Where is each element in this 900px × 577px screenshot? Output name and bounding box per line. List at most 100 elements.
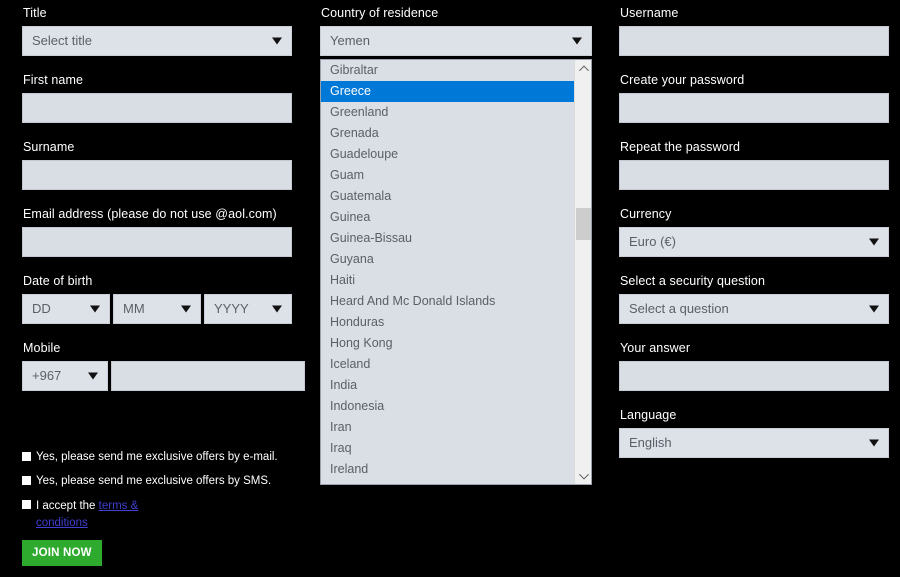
field-date-of-birth: Date of birth DD MM YYYY <box>22 268 292 324</box>
chevron-down-icon <box>869 305 879 313</box>
label-language: Language <box>620 408 677 422</box>
security-question-select[interactable]: Select a question <box>619 294 889 324</box>
scroll-down-arrow-icon[interactable] <box>575 467 591 484</box>
title-select[interactable]: Select title <box>22 26 292 56</box>
country-dropdown-scrollbar[interactable] <box>574 60 591 484</box>
country-option[interactable]: Guatemala <box>321 186 575 207</box>
consent-email-row[interactable]: Yes, please send me exclusive offers by … <box>22 450 302 465</box>
scrollbar-thumb[interactable] <box>576 208 591 240</box>
terms-link-part1[interactable]: terms & <box>99 500 139 512</box>
currency-select[interactable]: Euro (€) <box>619 227 889 257</box>
consent-sms-label: Yes, please send me exclusive offers by … <box>36 475 272 487</box>
country-option[interactable]: Gibraltar <box>321 60 575 81</box>
label-country-of-residence: Country of residence <box>321 6 439 20</box>
country-option[interactable]: Greenland <box>321 102 575 123</box>
chevron-down-icon <box>572 37 582 45</box>
registration-form-page: Title Select title First name Surname Em… <box>0 0 900 577</box>
dob-day-select[interactable]: DD <box>22 294 110 324</box>
country-dropdown-list[interactable]: Gibraltar Greece Greenland Grenada Guadeloup… <box>320 59 592 485</box>
country-option[interactable]: Guadeloupe <box>321 144 575 165</box>
chevron-down-icon <box>90 305 100 313</box>
consent-terms-checkbox[interactable] <box>22 500 31 509</box>
consent-sms-row[interactable]: Yes, please send me exclusive offers by … <box>22 474 302 489</box>
country-option[interactable]: Greece <box>321 81 575 102</box>
label-email: Email address (please do not use @aol.co… <box>23 207 277 221</box>
consent-section: Yes, please send me exclusive offers by … <box>22 450 302 541</box>
country-option[interactable]: Iceland <box>321 354 575 375</box>
mobile-number-input[interactable] <box>111 361 305 391</box>
consent-email-checkbox[interactable] <box>22 452 31 461</box>
field-language: Language English <box>619 402 889 458</box>
username-input[interactable] <box>619 26 889 56</box>
mobile-country-code-select[interactable]: +967 <box>22 361 108 391</box>
chevron-down-icon <box>181 305 191 313</box>
country-option[interactable]: Haiti <box>321 270 575 291</box>
label-surname: Surname <box>23 140 75 154</box>
field-security-question: Select a security question Select a ques… <box>619 268 889 324</box>
dob-year-select[interactable]: YYYY <box>204 294 292 324</box>
field-title: Title Select title <box>22 0 292 56</box>
country-option[interactable]: Iran <box>321 417 575 438</box>
label-date-of-birth: Date of birth <box>23 274 93 288</box>
chevron-down-icon <box>869 238 879 246</box>
answer-input[interactable] <box>619 361 889 391</box>
country-option[interactable]: Guinea-Bissau <box>321 228 575 249</box>
country-option[interactable]: Hong Kong <box>321 333 575 354</box>
country-option[interactable]: Heard And Mc Donald Islands <box>321 291 575 312</box>
label-first-name: First name <box>23 73 84 87</box>
field-country: Country of residence Yemen <box>320 0 592 56</box>
chevron-down-icon <box>272 305 282 313</box>
country-option-list[interactable]: Gibraltar Greece Greenland Grenada Guadeloup… <box>321 60 575 484</box>
label-password: Create your password <box>620 73 745 87</box>
label-username: Username <box>620 6 679 20</box>
country-option[interactable]: Grenada <box>321 123 575 144</box>
dob-month-select[interactable]: MM <box>113 294 201 324</box>
country-select[interactable]: Yemen <box>320 26 592 56</box>
title-select-value: Select title <box>32 33 92 48</box>
label-security-question: Select a security question <box>620 274 766 288</box>
country-option[interactable]: Honduras <box>321 312 575 333</box>
right-column: Username Create your password Repeat the… <box>619 0 889 469</box>
country-option[interactable]: Guam <box>321 165 575 186</box>
chevron-down-icon <box>88 372 98 380</box>
country-option[interactable]: Indonesia <box>321 396 575 417</box>
country-select-value: Yemen <box>330 33 370 48</box>
label-currency: Currency <box>620 207 672 221</box>
field-password: Create your password <box>619 67 889 123</box>
terms-link-part2[interactable]: conditions <box>36 517 88 529</box>
left-column: Title Select title First name Surname Em… <box>22 0 305 402</box>
currency-select-value: Euro (€) <box>629 234 676 249</box>
chevron-down-icon <box>869 439 879 447</box>
field-password-repeat: Repeat the password <box>619 134 889 190</box>
consent-sms-checkbox[interactable] <box>22 476 31 485</box>
consent-terms-prefix: I accept the <box>36 500 99 512</box>
email-input[interactable] <box>22 227 292 257</box>
label-title: Title <box>23 6 47 20</box>
language-select-value: English <box>629 435 672 450</box>
label-mobile: Mobile <box>23 341 61 355</box>
middle-column: Country of residence Yemen <box>320 0 592 67</box>
mobile-row: +967 <box>22 361 305 391</box>
consent-terms-row[interactable]: I accept the terms & conditions <box>22 498 302 532</box>
field-surname: Surname <box>22 134 292 190</box>
country-option[interactable]: Guyana <box>321 249 575 270</box>
field-email: Email address (please do not use @aol.co… <box>22 201 292 257</box>
scroll-up-arrow-icon[interactable] <box>575 60 591 77</box>
label-password-repeat: Repeat the password <box>620 140 741 154</box>
join-now-button[interactable]: JOIN NOW <box>22 540 102 566</box>
field-currency: Currency Euro (€) <box>619 201 889 257</box>
language-select[interactable]: English <box>619 428 889 458</box>
country-option[interactable]: India <box>321 375 575 396</box>
consent-email-label: Yes, please send me exclusive offers by … <box>36 451 278 463</box>
field-first-name: First name <box>22 67 292 123</box>
first-name-input[interactable] <box>22 93 292 123</box>
password-repeat-input[interactable] <box>619 160 889 190</box>
date-of-birth-row: DD MM YYYY <box>22 294 292 324</box>
password-input[interactable] <box>619 93 889 123</box>
country-option[interactable]: Guinea <box>321 207 575 228</box>
security-question-value: Select a question <box>629 301 729 316</box>
country-option[interactable]: Ireland <box>321 459 575 480</box>
surname-input[interactable] <box>22 160 292 190</box>
field-answer: Your answer <box>619 335 889 391</box>
country-option[interactable]: Iraq <box>321 438 575 459</box>
